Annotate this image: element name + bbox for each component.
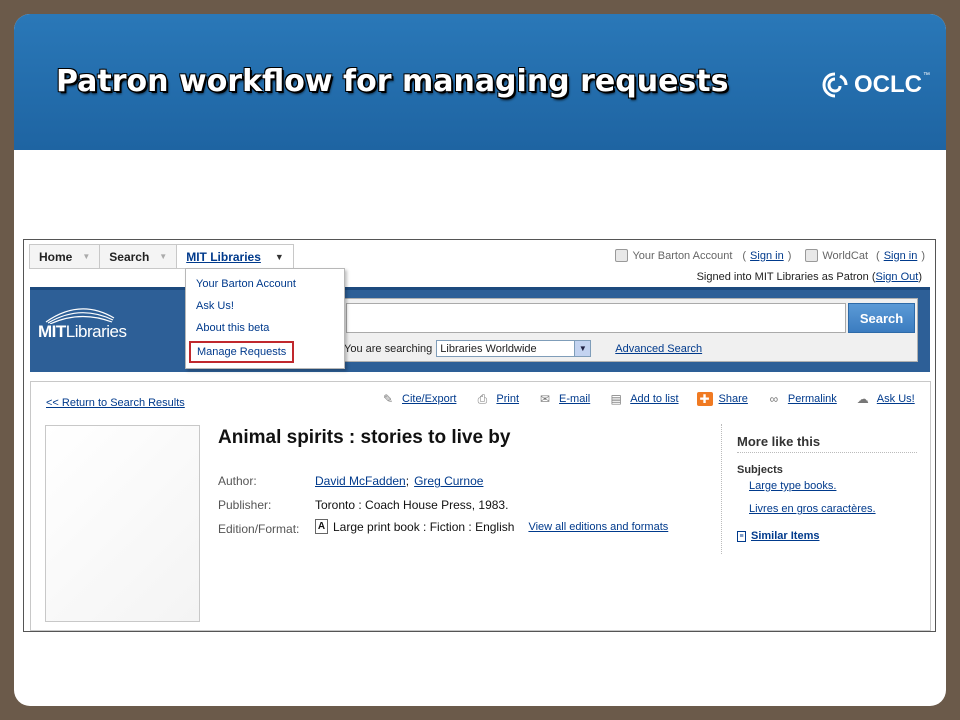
cite-export-icon: ✎: [382, 392, 394, 406]
search-scope-row: You are searching Libraries Worldwide ▼ …: [344, 340, 702, 357]
tab-search-label: Search: [109, 249, 150, 264]
permalink-icon: ∞: [769, 392, 779, 406]
print-icon: ⎙: [477, 392, 488, 406]
mit-logo-bold: MIT: [38, 322, 66, 341]
barton-account-label: Your Barton Account: [632, 249, 733, 262]
signed-in-text: Signed into MIT Libraries as Patron (: [696, 271, 876, 283]
slide-banner: Patron workflow for managing requests OC…: [14, 14, 946, 150]
tab-home[interactable]: Home ▼: [30, 245, 101, 268]
large-print-icon: A: [315, 519, 328, 534]
oclc-logo: OCLC ™: [820, 70, 930, 100]
tool-ask-us[interactable]: ☁ Ask Us!: [855, 392, 915, 406]
top-nav: Home ▼ Search ▼ MIT Libraries ▼: [29, 244, 294, 269]
oclc-logo-tm: ™: [923, 72, 930, 79]
library-header: MITLibraries Search You are searching Li…: [30, 287, 930, 372]
document-icon: ≡: [737, 530, 746, 542]
screenshot-frame: Home ▼ Search ▼ MIT Libraries ▼ Your Bar…: [23, 239, 936, 632]
open-paren: (: [876, 249, 880, 262]
author-label: Author:: [218, 474, 257, 488]
scope-value: Libraries Worldwide: [440, 342, 537, 355]
author-link[interactable]: David McFadden: [315, 474, 406, 488]
tool-label: Permalink: [787, 393, 837, 405]
publisher-value: Toronto : Coach House Press, 1983.: [315, 498, 509, 512]
subjects-label: Subjects: [737, 464, 783, 476]
tool-share[interactable]: ✚ Share: [696, 392, 748, 406]
chevron-down-icon[interactable]: ▼: [574, 341, 591, 356]
signed-in-status: Signed into MIT Libraries as Patron (Sig…: [697, 271, 922, 283]
tool-cite-export[interactable]: ✎ Cite/Export: [380, 392, 456, 406]
sign-out-link[interactable]: Sign Out: [876, 271, 919, 283]
oclc-logo-text: OCLC: [854, 71, 922, 98]
account-links: Your Barton Account (Sign in) WorldCat (…: [615, 249, 925, 262]
mit-libraries-dropdown: Your Barton Account Ask Us! About this b…: [185, 268, 345, 369]
ask-us-icon: ☁: [856, 392, 869, 406]
slide: Patron workflow for managing requests OC…: [14, 14, 946, 706]
author-link[interactable]: Greg Curnoe: [414, 474, 483, 488]
tab-home-label: Home: [39, 249, 73, 264]
return-to-results-link[interactable]: << Return to Search Results: [46, 397, 185, 409]
similar-items-link[interactable]: ≡ Similar Items: [737, 530, 819, 542]
menu-item-ask-us[interactable]: Ask Us!: [196, 300, 234, 312]
share-icon: ✚: [696, 392, 713, 406]
view-all-editions-link[interactable]: View all editions and formats: [528, 521, 668, 533]
tab-search[interactable]: Search ▼: [100, 245, 178, 268]
add-to-list-icon: ▤: [610, 392, 622, 406]
oclc-swirl-icon: [822, 72, 848, 98]
tab-mit-libraries-label: MIT Libraries: [186, 249, 261, 264]
close-paren: ): [787, 249, 792, 262]
similar-items-label: Similar Items: [751, 530, 820, 542]
publisher-label: Publisher:: [218, 498, 272, 512]
barton-account-icon: [615, 249, 629, 262]
search-input[interactable]: [346, 303, 846, 333]
scope-select[interactable]: Libraries Worldwide ▼: [436, 340, 592, 357]
tool-label: E-mail: [559, 393, 591, 405]
mit-logo-rest: Libraries: [65, 322, 127, 341]
tool-label: Add to list: [630, 393, 679, 405]
book-cover-placeholder: [45, 425, 200, 622]
format-label: Edition/Format:: [218, 522, 300, 536]
tool-label: Cite/Export: [402, 393, 457, 405]
close-paren: ): [921, 249, 925, 262]
subject-link[interactable]: Large type books.: [749, 480, 836, 492]
worldcat-sign-in-link[interactable]: Sign in: [884, 250, 918, 262]
tool-label: Share: [718, 393, 748, 405]
record-title: Animal spirits : stories to live by: [218, 427, 511, 448]
more-like-this-panel: More like this Subjects Large type books…: [721, 424, 921, 554]
author-value: David McFadden; Greg Curnoe: [315, 474, 483, 488]
search-button[interactable]: Search: [848, 303, 915, 333]
menu-item-your-barton-account[interactable]: Your Barton Account: [196, 278, 296, 290]
format-text: Large print book : Fiction : English: [333, 519, 515, 534]
chevron-down-icon[interactable]: ▼: [82, 252, 90, 261]
menu-item-manage-requests[interactable]: Manage Requests: [189, 341, 295, 363]
author-separator: ;: [405, 474, 410, 488]
tab-mit-libraries[interactable]: MIT Libraries ▼: [177, 245, 294, 268]
tool-add-to-list[interactable]: ▤ Add to list: [608, 392, 679, 406]
sign-in-link[interactable]: Sign in: [750, 250, 784, 262]
divider: [737, 452, 917, 453]
tool-print[interactable]: ⎙ Print: [474, 392, 519, 406]
worldcat-icon: [805, 249, 819, 262]
more-like-this-title: More like this: [737, 434, 821, 449]
format-value: A Large print book : Fiction : English V…: [315, 519, 668, 534]
email-icon: ✉: [540, 392, 551, 406]
tool-permalink[interactable]: ∞ Permalink: [766, 392, 837, 406]
close-paren: ): [918, 271, 922, 283]
tool-label: Print: [496, 393, 520, 405]
searching-label: You are searching: [344, 342, 433, 355]
subject-link[interactable]: Livres en gros caractères.: [749, 503, 876, 515]
chevron-down-icon[interactable]: ▼: [275, 252, 284, 262]
chevron-down-icon[interactable]: ▼: [159, 252, 167, 261]
worldcat-label: WorldCat: [822, 249, 869, 262]
record-toolbar: ✎ Cite/Export ⎙ Print ✉ E-mail ▤ Add to list…: [380, 392, 933, 406]
slide-title: Patron workflow for managing requests: [56, 64, 729, 99]
record-content: << Return to Search Results ✎ Cite/Export…: [30, 381, 931, 631]
advanced-search-link[interactable]: Advanced Search: [615, 343, 702, 355]
mit-arcs-icon: [45, 308, 115, 324]
tool-label: Ask Us!: [876, 393, 915, 405]
menu-item-about-this-beta[interactable]: About this beta: [196, 322, 269, 334]
tool-email[interactable]: ✉ E-mail: [537, 392, 590, 406]
open-paren: (: [742, 249, 747, 262]
